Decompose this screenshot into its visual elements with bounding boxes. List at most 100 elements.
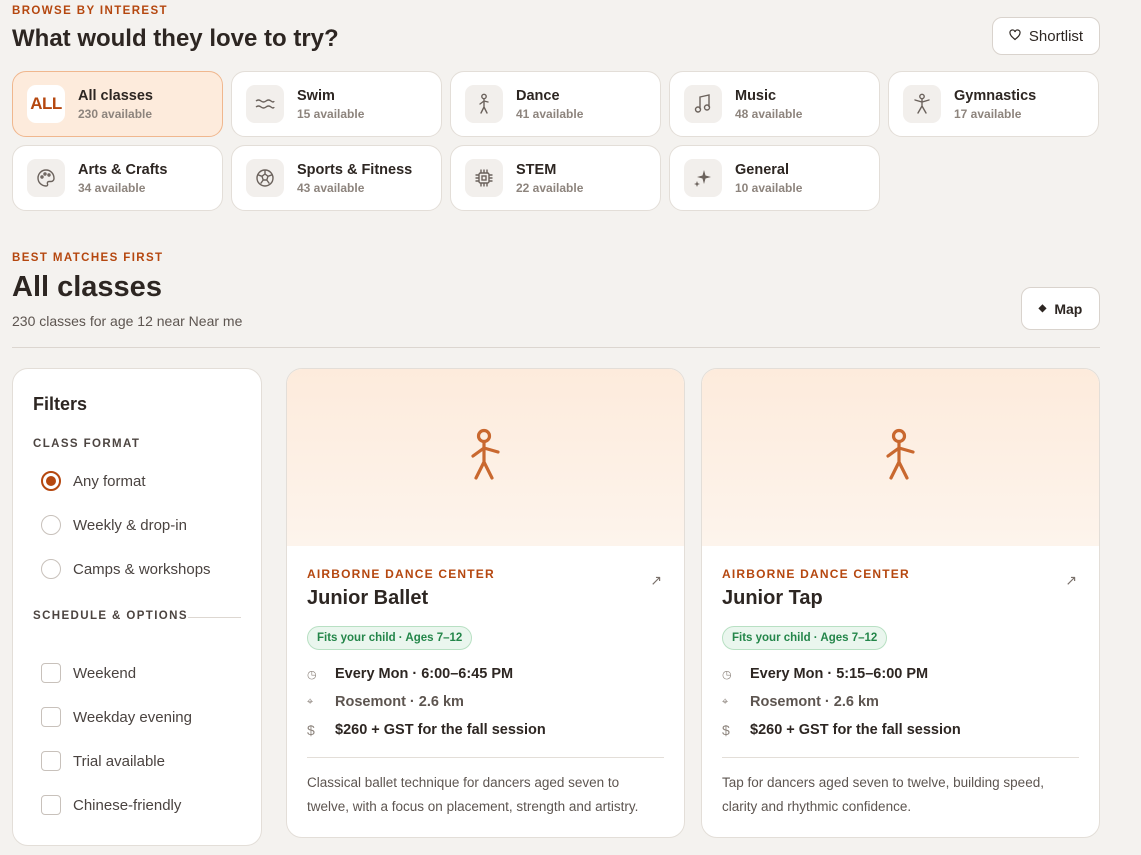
category-arts-crafts[interactable]: Arts & Crafts 34 available: [12, 145, 223, 211]
class-card-junior-ballet[interactable]: AIRBORNE DANCE CENTER ↗ Junior Ballet Fi…: [286, 368, 685, 838]
category-name: STEM: [516, 161, 557, 178]
category-count: 43 available: [297, 180, 365, 195]
category-name: Dance: [516, 87, 560, 104]
all-icon: ALL: [30, 94, 62, 113]
card-divider: [722, 757, 1079, 758]
music-note-icon: [684, 85, 722, 123]
category-swim[interactable]: Swim 15 available: [231, 71, 442, 137]
category-count: 10 available: [735, 180, 803, 195]
schedule-text: Every Mon · 6:00–6:45 PM: [335, 666, 514, 682]
palette-icon: [27, 159, 65, 197]
schedule-options-heading: SCHEDULE & OPTIONS: [33, 610, 188, 622]
category-sports-fitness[interactable]: Sports & Fitness 43 available: [231, 145, 442, 211]
shortlist-label: Shortlist: [1028, 27, 1084, 45]
location-pin-icon: ⌖: [307, 695, 314, 708]
option-label: Weekday evening: [73, 708, 192, 726]
checkbox[interactable]: [41, 663, 61, 683]
radio-unselected[interactable]: [41, 515, 61, 535]
section-divider: [12, 347, 1100, 348]
option-label: Weekend: [73, 664, 137, 682]
card-title[interactable]: Junior Tap: [722, 587, 823, 610]
swim-icon: [246, 85, 284, 123]
external-arrow-icon[interactable]: ↗: [650, 572, 662, 589]
schedule-text: Every Mon · 5:15–6:00 PM: [750, 666, 929, 682]
format-option-label: Camps & workshops: [73, 560, 211, 578]
class-card-junior-tap[interactable]: AIRBORNE DANCE CENTER ↗ Junior Tap Fits …: [701, 368, 1100, 838]
category-gymnastics[interactable]: Gymnastics 17 available: [888, 71, 1099, 137]
external-arrow-icon[interactable]: ↗: [1065, 572, 1077, 589]
location-pin-icon: ◆: [1038, 303, 1047, 314]
option-weekday-evening[interactable]: Weekday evening: [41, 707, 192, 727]
category-name: Music: [735, 87, 777, 104]
category-count: 48 available: [735, 106, 803, 121]
checkbox[interactable]: [41, 707, 61, 727]
results-subtitle: 230 classes for age 12 near Near me: [12, 313, 243, 329]
ball-icon: [246, 159, 284, 197]
checkbox[interactable]: [41, 795, 61, 815]
results-eyebrow: BEST MATCHES FIRST: [12, 252, 164, 264]
card-title[interactable]: Junior Ballet: [307, 587, 428, 610]
sparkle-icon: [684, 159, 722, 197]
map-label: Map: [1054, 300, 1083, 317]
format-option-label: Any format: [73, 472, 146, 490]
clock-icon: ◷: [722, 668, 732, 681]
card-schedule: ◷ Every Mon · 5:15–6:00 PM: [722, 666, 928, 682]
card-schedule: ◷ Every Mon · 6:00–6:45 PM: [307, 666, 513, 682]
format-option-weekly[interactable]: Weekly & drop-in: [41, 515, 187, 535]
category-dance[interactable]: Dance 41 available: [450, 71, 661, 137]
card-hero: [287, 369, 684, 546]
location-text: Rosemont · 2.6 km: [750, 694, 879, 710]
category-name: Arts & Crafts: [78, 161, 168, 178]
card-price: $ $260 + GST for the fall session: [722, 722, 961, 738]
category-all-classes[interactable]: ALL All classes 230 available: [12, 71, 223, 137]
results-title: All classes: [12, 271, 162, 303]
category-count: 230 available: [78, 106, 153, 121]
gymnastics-icon: [903, 85, 941, 123]
chip-icon: [465, 159, 503, 197]
shortlist-button[interactable]: Shortlist: [992, 17, 1100, 55]
map-button[interactable]: ◆ Map: [1021, 287, 1100, 330]
dollar-icon: $: [307, 722, 315, 738]
card-location: ⌖ Rosemont · 2.6 km: [722, 694, 879, 710]
option-label: Chinese-friendly: [73, 796, 182, 814]
clock-icon: ◷: [307, 668, 317, 681]
category-name: Sports & Fitness: [297, 161, 413, 178]
card-provider: AIRBORNE DANCE CENTER: [307, 567, 495, 581]
dollar-icon: $: [722, 722, 730, 738]
browse-title: What would they love to try?: [12, 25, 339, 52]
option-chinese-friendly[interactable]: Chinese-friendly: [41, 795, 181, 815]
checkbox[interactable]: [41, 751, 61, 771]
price-text: $260 + GST for the fall session: [750, 722, 961, 738]
browse-eyebrow: BROWSE BY INTEREST: [12, 5, 168, 17]
card-location: ⌖ Rosemont · 2.6 km: [307, 694, 464, 710]
format-option-camps[interactable]: Camps & workshops: [41, 559, 211, 579]
category-name: Swim: [297, 87, 335, 104]
fit-badge: Fits your child · Ages 7–12: [722, 626, 888, 650]
category-general[interactable]: General 10 available: [669, 145, 880, 211]
price-text: $260 + GST for the fall session: [335, 722, 546, 738]
category-name: All classes: [78, 87, 153, 104]
category-stem[interactable]: STEM 22 available: [450, 145, 661, 211]
option-weekend[interactable]: Weekend: [41, 663, 136, 683]
category-name: General: [735, 161, 789, 178]
category-count: 17 available: [954, 106, 1022, 121]
filters-title: Filters: [33, 394, 88, 414]
card-description: Classical ballet technique for dancers a…: [307, 775, 639, 814]
category-count: 22 available: [516, 180, 584, 195]
format-option-any[interactable]: Any format: [41, 471, 146, 491]
filters-panel: Filters CLASS FORMAT Any format Weekly &…: [12, 368, 262, 846]
card-price: $ $260 + GST for the fall session: [307, 722, 546, 738]
category-music[interactable]: Music 48 available: [669, 71, 880, 137]
radio-unselected[interactable]: [41, 559, 61, 579]
category-name: Gymnastics: [954, 87, 1037, 104]
fit-badge: Fits your child · Ages 7–12: [307, 626, 473, 650]
card-divider: [307, 757, 664, 758]
option-trial-available[interactable]: Trial available: [41, 751, 165, 771]
category-count: 41 available: [516, 106, 584, 121]
radio-selected[interactable]: [41, 471, 61, 491]
heart-icon: [1009, 28, 1021, 45]
card-hero: [702, 369, 1099, 546]
class-format-heading: CLASS FORMAT: [33, 438, 141, 450]
location-text: Rosemont · 2.6 km: [335, 694, 464, 710]
card-provider: AIRBORNE DANCE CENTER: [722, 567, 910, 581]
